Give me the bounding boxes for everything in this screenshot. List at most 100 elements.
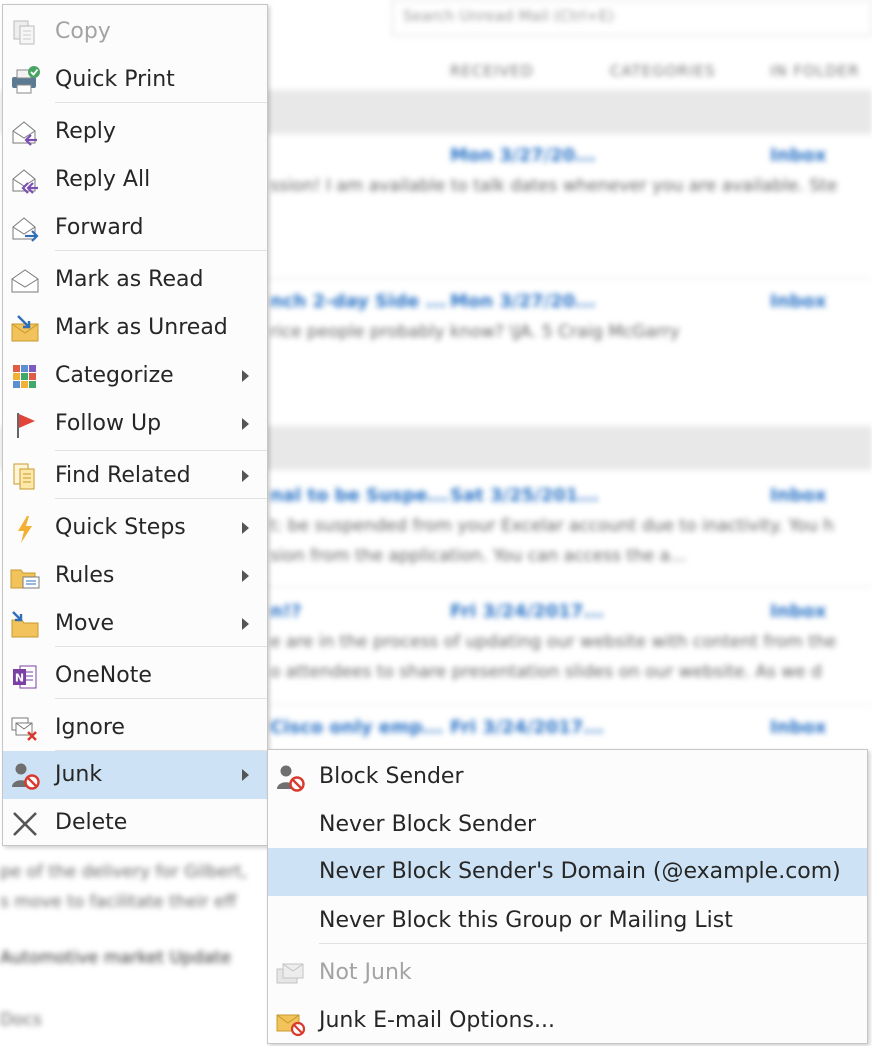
row-date: Fri 3/24/2017... xyxy=(450,717,604,738)
menu-item-mark-as-read[interactable]: Mark as Read xyxy=(3,256,267,304)
categorize-icon xyxy=(9,362,41,392)
menu-item-copy[interactable]: Copy xyxy=(3,8,267,56)
row-preview: ssion! I am available to talk dates when… xyxy=(270,176,838,196)
menu-item-label: Rules xyxy=(55,563,115,588)
submenu-item-never-block-domain[interactable]: Never Block Sender's Domain (@example.co… xyxy=(268,848,867,896)
menu-item-quick-steps[interactable]: Quick Steps xyxy=(3,504,267,552)
menu-item-onenote[interactable]: N OneNote xyxy=(3,652,267,700)
submenu-arrow-icon xyxy=(242,570,249,582)
row-date: Mon 3/27/20... xyxy=(450,145,596,166)
menu-item-label: Mark as Unread xyxy=(55,315,228,340)
submenu-item-block-sender[interactable]: Block Sender xyxy=(268,753,867,801)
row-folder: Inbox xyxy=(770,291,827,312)
svg-text:N: N xyxy=(15,672,24,685)
menu-item-label: Reply xyxy=(55,119,116,144)
row-subject: n!? xyxy=(270,601,302,622)
submenu-arrow-icon xyxy=(242,618,249,630)
row-subject: nch 2-day Side ... xyxy=(270,291,447,312)
flag-icon xyxy=(9,410,41,440)
row-folder: Inbox xyxy=(770,717,827,738)
submenu-arrow-icon xyxy=(242,522,249,534)
submenu-item-never-block-group[interactable]: Never Block this Group or Mailing List xyxy=(268,897,867,945)
junk-icon xyxy=(9,761,41,791)
menu-item-label: Never Block Sender's Domain (@example.co… xyxy=(319,859,841,884)
menu-divider xyxy=(55,250,267,251)
row-date: Sat 3/25/201... xyxy=(450,485,599,506)
column-categories[interactable]: CATEGORIES xyxy=(610,62,716,80)
reply-icon xyxy=(9,118,41,148)
mark-read-icon xyxy=(9,266,41,296)
row-folder: Inbox xyxy=(770,485,827,506)
menu-item-label: Categorize xyxy=(55,363,174,388)
menu-item-label: Never Block Sender xyxy=(319,812,537,837)
submenu-item-junk-options[interactable]: Junk E-mail Options... xyxy=(268,997,867,1045)
menu-item-ignore[interactable]: Ignore xyxy=(3,704,267,752)
search-box[interactable]: Search Unread Mail (Ctrl+E) xyxy=(392,0,872,36)
menu-item-label: Never Block this Group or Mailing List xyxy=(319,908,733,933)
row-date: Fri 3/24/2017... xyxy=(450,601,604,622)
menu-item-label: Move xyxy=(55,611,114,636)
menu-item-label: OneNote xyxy=(55,663,152,688)
row-subject: Cisco only emp... xyxy=(270,717,444,738)
submenu-arrow-icon xyxy=(242,370,249,382)
menu-divider xyxy=(55,646,267,647)
row-preview: Docs xyxy=(0,1010,42,1030)
lightning-icon xyxy=(9,514,41,544)
column-received[interactable]: RECEIVED xyxy=(450,62,534,80)
menu-divider xyxy=(55,450,267,451)
row-folder: Inbox xyxy=(770,145,827,166)
row-folder: Inbox xyxy=(770,601,827,622)
submenu-arrow-icon xyxy=(242,418,249,430)
menu-item-label: Junk E-mail Options... xyxy=(319,1008,555,1033)
onenote-icon: N xyxy=(9,662,41,692)
menu-item-label: Delete xyxy=(55,810,128,835)
menu-item-label: Junk xyxy=(55,762,103,787)
menu-divider xyxy=(55,698,267,699)
menu-item-reply-all[interactable]: Reply All xyxy=(3,156,267,204)
copy-icon xyxy=(9,18,41,48)
submenu-arrow-icon xyxy=(242,769,249,781)
row-subject: nal to be Suspe... xyxy=(270,485,449,506)
menu-item-label: Follow Up xyxy=(55,411,162,436)
menu-item-delete[interactable]: Delete xyxy=(3,799,267,847)
menu-item-label: Copy xyxy=(55,19,111,44)
menu-item-follow-up[interactable]: Follow Up xyxy=(3,400,267,448)
menu-item-mark-as-unread[interactable]: Mark as Unread xyxy=(3,304,267,352)
reply-all-icon xyxy=(9,166,41,196)
row-preview: t: be suspended from your Excelar accoun… xyxy=(270,516,834,536)
menu-divider xyxy=(55,102,267,103)
menu-item-move[interactable]: Move xyxy=(3,600,267,648)
junk-submenu: Block Sender Never Block Sender Never Bl… xyxy=(267,749,868,1044)
submenu-item-never-block-sender[interactable]: Never Block Sender xyxy=(268,801,867,849)
row-date: Mon 3/27/20... xyxy=(450,291,596,312)
row-preview: sion from the application. You can acces… xyxy=(270,546,687,566)
menu-item-junk[interactable]: Junk xyxy=(3,751,267,799)
row-preview: e are in the process of updating our web… xyxy=(270,632,837,652)
not-junk-icon xyxy=(274,959,306,989)
menu-item-forward[interactable]: Forward xyxy=(3,204,267,252)
menu-item-label: Block Sender xyxy=(319,764,464,789)
menu-item-label: Quick Steps xyxy=(55,515,186,540)
row-subject: Automotive market Update xyxy=(0,948,232,968)
submenu-item-not-junk[interactable]: Not Junk xyxy=(268,949,867,997)
menu-item-find-related[interactable]: Find Related xyxy=(3,452,267,500)
rules-icon xyxy=(9,562,41,592)
delete-icon xyxy=(9,809,41,839)
row-preview: rice people probably know? \JA. 5 Craig … xyxy=(270,322,680,342)
forward-icon xyxy=(9,214,41,244)
menu-divider xyxy=(55,498,267,499)
column-in-folder[interactable]: IN FOLDER xyxy=(770,62,860,80)
row-preview: pe of the delivery for Gilbert, xyxy=(0,862,248,882)
quick-print-icon xyxy=(9,66,41,96)
row-preview: s move to facilitate their eff xyxy=(0,892,237,912)
menu-item-categorize[interactable]: Categorize xyxy=(3,352,267,400)
menu-item-label: Reply All xyxy=(55,167,151,192)
menu-item-label: Not Junk xyxy=(319,960,412,985)
block-sender-icon xyxy=(274,763,306,793)
menu-divider xyxy=(319,943,867,944)
menu-item-reply[interactable]: Reply xyxy=(3,108,267,156)
menu-item-quick-print[interactable]: Quick Print xyxy=(3,56,267,104)
find-related-icon xyxy=(9,462,41,492)
menu-item-rules[interactable]: Rules xyxy=(3,552,267,600)
menu-item-label: Find Related xyxy=(55,463,191,488)
